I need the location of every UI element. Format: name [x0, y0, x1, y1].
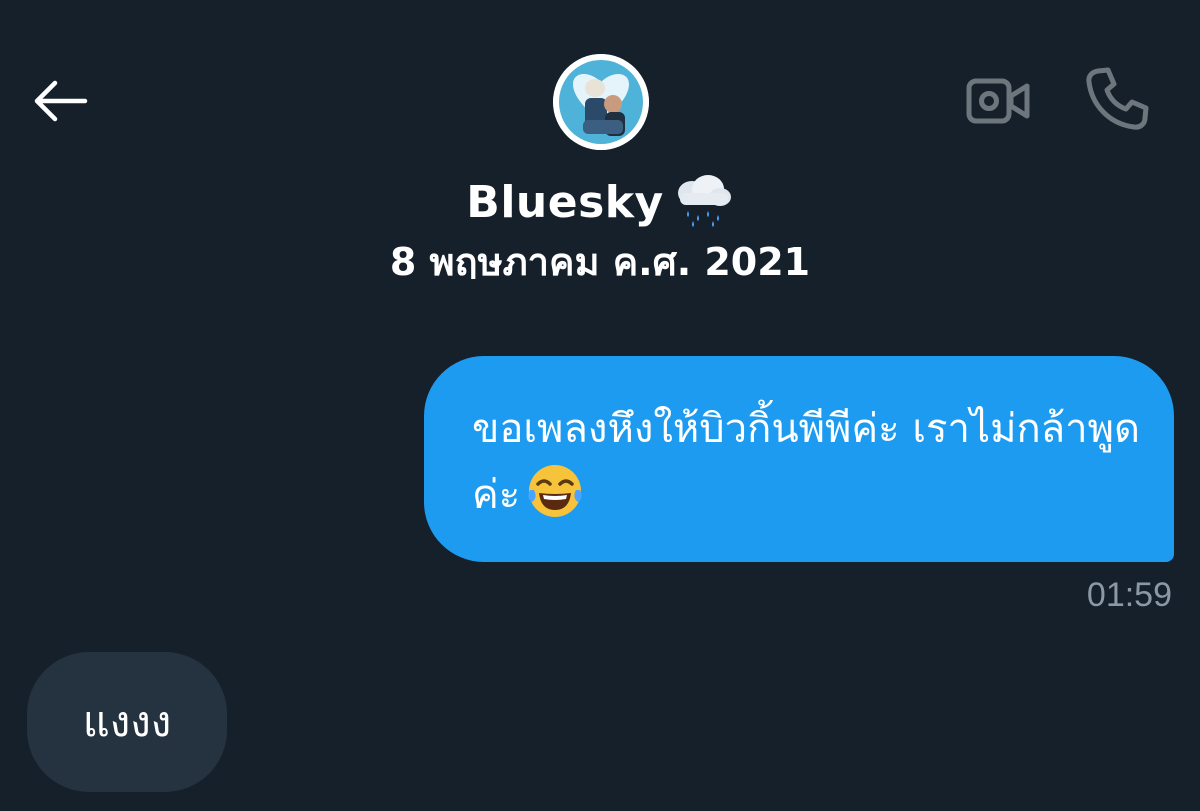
incoming-message-text: แงงง	[82, 697, 172, 746]
avatar[interactable]	[553, 54, 649, 150]
outgoing-message-bubble[interactable]: ขอเพลงหึงให้บิวกิ้นพีพีค่ะ เราไม่กล้าพูด…	[424, 356, 1174, 562]
cloud-with-rain-icon	[668, 173, 734, 231]
voice-call-button[interactable]	[1084, 66, 1150, 132]
conversation-header: Bluesky 8 พฤษภาคม ค.ศ. 2021	[0, 0, 1200, 279]
video-call-button[interactable]	[966, 74, 1030, 128]
contact-name-row[interactable]: Bluesky	[0, 170, 1200, 234]
outgoing-message-text: ขอเพลงหึงให้บิวกิ้นพีพีค่ะ เราไม่กล้าพูด…	[472, 396, 1144, 528]
avatar-photo	[553, 54, 649, 150]
phone-icon	[1086, 67, 1149, 130]
face-with-tears-of-joy-icon	[526, 462, 584, 520]
message-timestamp: 01:59	[1086, 576, 1172, 614]
date-header-clip: 8 พฤษภาคม ค.ศ. 2021	[0, 245, 1200, 279]
contact-name: Bluesky	[466, 176, 664, 228]
back-button[interactable]	[30, 75, 90, 127]
date-header: 8 พฤษภาคม ค.ศ. 2021	[389, 245, 811, 279]
video-camera-icon	[966, 78, 1030, 124]
arrow-left-icon	[34, 80, 88, 122]
incoming-message-bubble[interactable]: แงงง	[27, 652, 227, 792]
